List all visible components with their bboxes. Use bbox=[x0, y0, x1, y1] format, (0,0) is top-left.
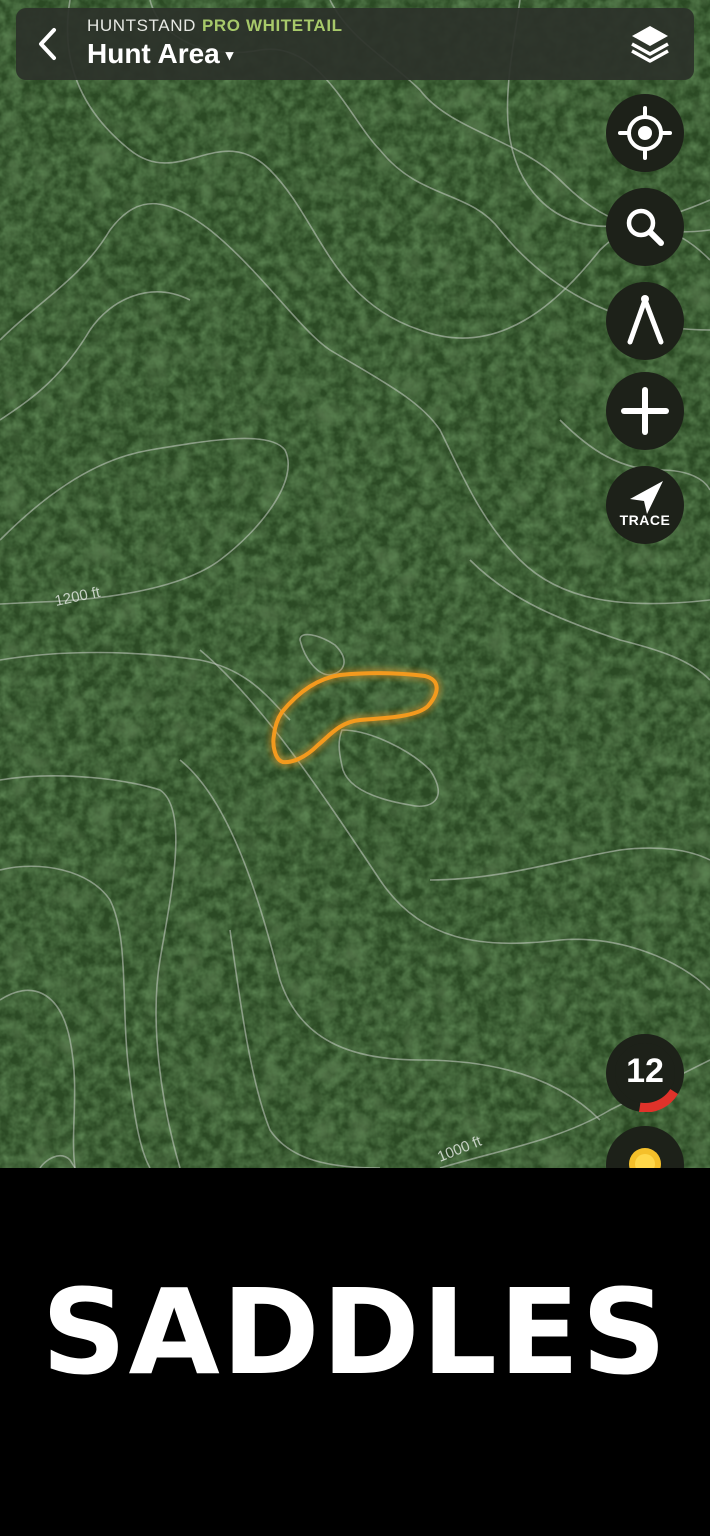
satellite-map[interactable]: 1200 ft 1000 ft HUNTSTAND PRO WHITETAIL H… bbox=[0, 0, 710, 1168]
top-bar: HUNTSTAND PRO WHITETAIL Hunt Area ▾ bbox=[16, 8, 694, 80]
measure-button[interactable] bbox=[606, 282, 684, 360]
trace-label: TRACE bbox=[619, 512, 671, 528]
terrain-map-layer: 1200 ft 1000 ft bbox=[0, 0, 710, 1168]
wind-speed: 12 bbox=[626, 1052, 664, 1090]
add-button[interactable] bbox=[606, 372, 684, 450]
locate-button[interactable] bbox=[606, 94, 684, 172]
app-brand: HUNTSTAND PRO WHITETAIL bbox=[87, 16, 343, 36]
back-button[interactable] bbox=[30, 22, 66, 66]
app-screen: 1200 ft 1000 ft HUNTSTAND PRO WHITETAIL H… bbox=[0, 0, 710, 1536]
hunt-area-selector[interactable]: Hunt Area ▾ bbox=[87, 38, 233, 70]
brand-name: HUNTSTAND bbox=[87, 16, 196, 35]
trace-button[interactable]: TRACE bbox=[606, 466, 684, 544]
sun-icon bbox=[629, 1148, 661, 1168]
search-icon bbox=[626, 208, 664, 246]
layers-icon bbox=[631, 26, 669, 63]
caption-banner: SADDLES bbox=[0, 1168, 710, 1536]
chevron-left-icon bbox=[39, 28, 56, 60]
weather-button[interactable] bbox=[606, 1126, 684, 1168]
wind-button[interactable]: 12 bbox=[606, 1034, 684, 1112]
compass-divider-icon bbox=[627, 295, 664, 345]
banner-title: SADDLES bbox=[41, 1263, 669, 1401]
crosshair-icon bbox=[618, 106, 672, 160]
search-button[interactable] bbox=[606, 188, 684, 266]
layers-button[interactable] bbox=[628, 22, 672, 66]
brand-tier: PRO WHITETAIL bbox=[201, 16, 343, 35]
caret-down-icon: ▾ bbox=[225, 47, 234, 64]
navigation-arrow-icon bbox=[630, 481, 663, 514]
page-title: Hunt Area bbox=[87, 38, 220, 69]
plus-icon bbox=[621, 387, 669, 435]
